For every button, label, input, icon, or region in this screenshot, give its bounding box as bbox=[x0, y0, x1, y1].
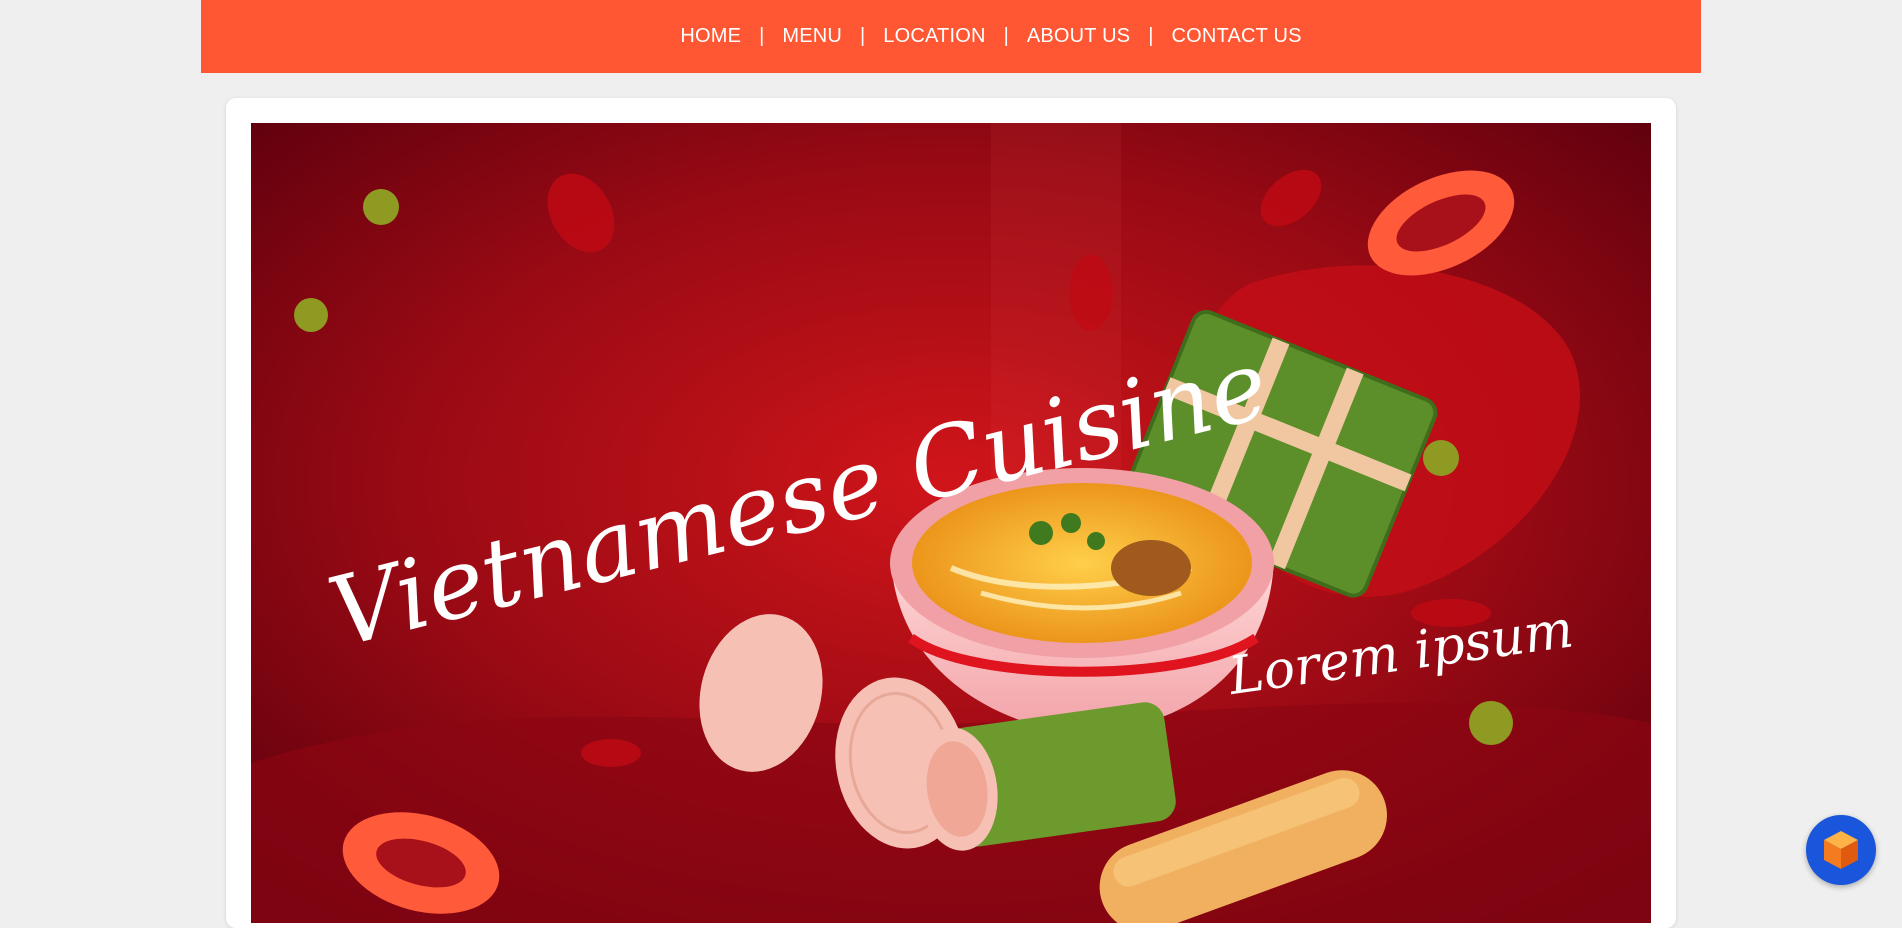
help-widget-button[interactable] bbox=[1806, 815, 1876, 885]
hero-illustration: Vietnamese Cuisine Lorem ipsum bbox=[251, 123, 1651, 923]
nav-contact-us-link[interactable]: CONTACT US bbox=[1172, 25, 1302, 48]
nav-separator: | bbox=[860, 25, 866, 47]
content-card: Vietnamese Cuisine Lorem ipsum bbox=[226, 98, 1676, 928]
nav-location-link[interactable]: LOCATION bbox=[883, 25, 985, 48]
cube-icon bbox=[1824, 831, 1858, 869]
nav-home-link[interactable]: HOME bbox=[680, 25, 741, 48]
nav-separator: | bbox=[759, 25, 765, 47]
nav-separator: | bbox=[1003, 25, 1009, 47]
hero-image: Vietnamese Cuisine Lorem ipsum bbox=[251, 123, 1651, 923]
nav-separator: | bbox=[1148, 25, 1154, 47]
nav-about-us-link[interactable]: ABOUT US bbox=[1027, 25, 1130, 48]
nav-menu-link[interactable]: MENU bbox=[782, 25, 842, 48]
top-nav-bar: HOME | MENU | LOCATION | ABOUT US | CONT… bbox=[201, 0, 1701, 73]
main-nav: HOME | MENU | LOCATION | ABOUT US | CONT… bbox=[680, 25, 1301, 48]
